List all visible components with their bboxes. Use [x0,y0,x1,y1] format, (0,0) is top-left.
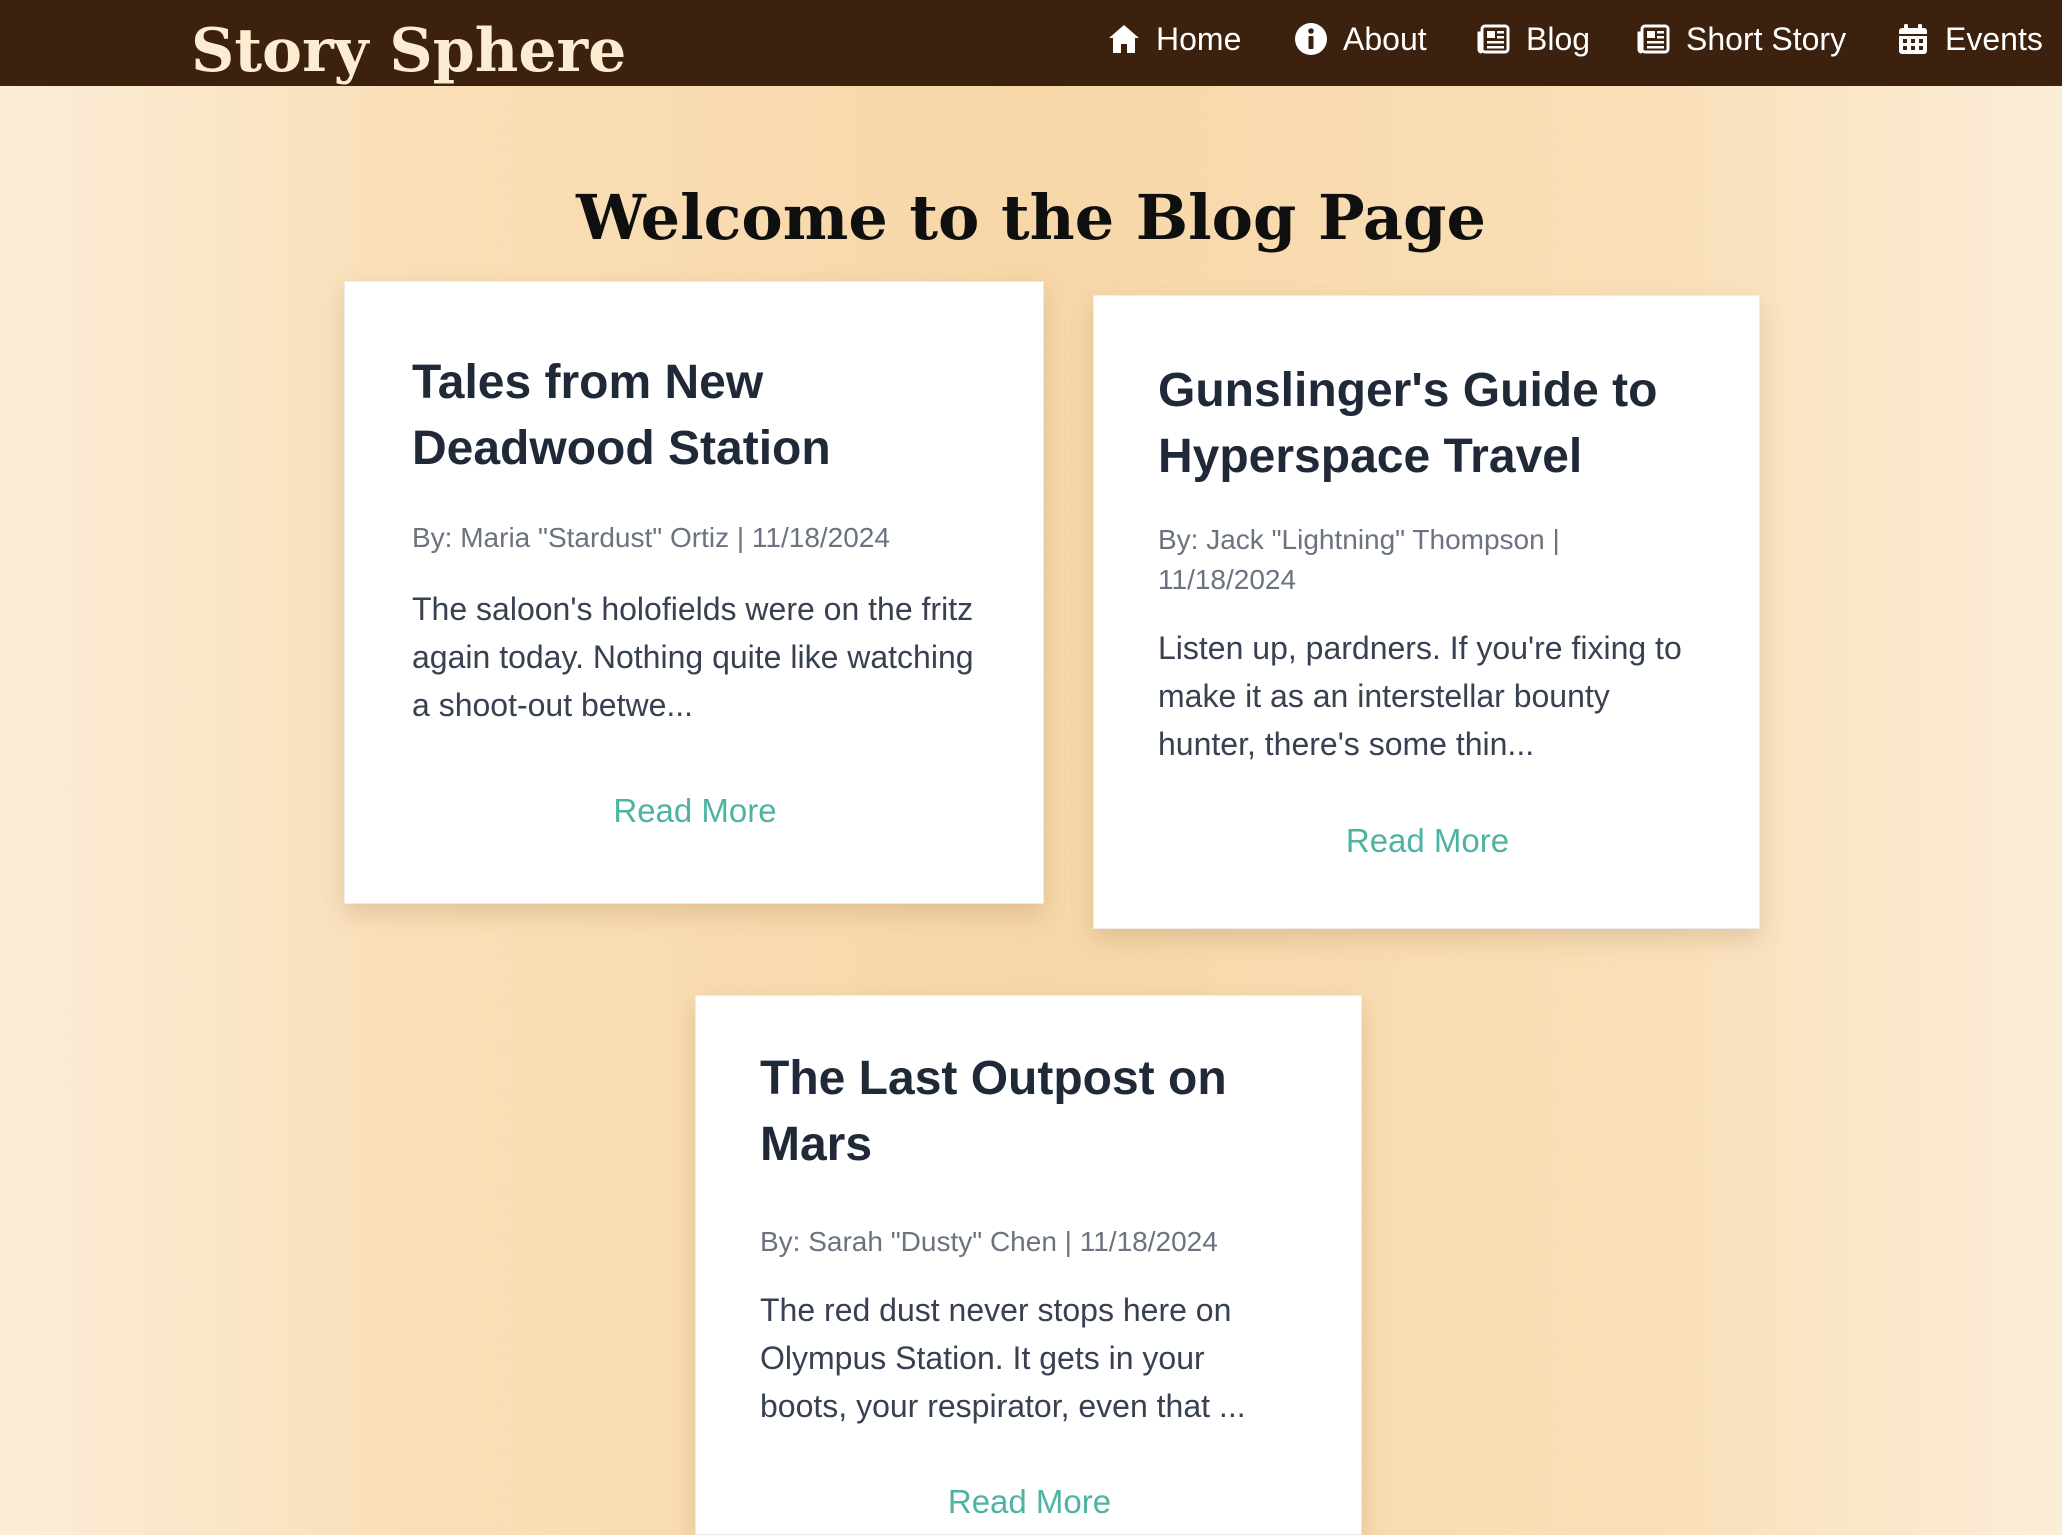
read-more-link[interactable]: Read More [345,791,1045,831]
calendar-icon [1895,21,1931,57]
blog-card: The Last Outpost on Mars By: Sarah "Dust… [695,995,1362,1535]
nav-blog[interactable]: Blog [1476,0,1590,78]
top-navbar: Story Sphere Home About Blog Short Story… [0,0,2062,86]
page-title: Welcome to the Blog Page [576,181,1486,254]
site-brand[interactable]: Story Sphere [191,8,626,94]
home-icon [1106,21,1142,57]
card-excerpt: The red dust never stops here on Olympus… [760,1292,1246,1424]
blog-card: Tales from New Deadwood Station By: Mari… [344,281,1044,904]
card-title: The Last Outpost on Mars [760,1052,1227,1171]
card-meta: By: Jack "Lightning" Thompson | 11/18/20… [1158,524,1560,595]
nav-blog-label: Blog [1526,20,1591,57]
card-title: Gunslinger's Guide to Hyperspace Travel [1158,364,1658,483]
read-more-link[interactable]: Read More [1094,821,1761,861]
card-title: Tales from New Deadwood Station [412,356,831,475]
newspaper-icon [1476,21,1512,57]
newspaper-icon [1636,21,1672,57]
info-icon [1293,21,1329,57]
nav-short-story[interactable]: Short Story [1636,0,1846,78]
read-more-link[interactable]: Read More [696,1482,1363,1522]
blog-card: Gunslinger's Guide to Hyperspace Travel … [1093,295,1760,929]
card-excerpt: Listen up, pardners. If you're fixing to… [1158,630,1682,762]
nav-short-story-label: Short Story [1686,20,1847,57]
card-excerpt: The saloon's holofields were on the frit… [412,591,974,723]
nav-home-label: Home [1156,20,1242,57]
card-meta: By: Sarah "Dusty" Chen | 11/18/2024 [760,1226,1218,1257]
nav-about[interactable]: About [1293,0,1427,78]
nav-about-label: About [1343,20,1427,57]
nav-home[interactable]: Home [1106,0,1241,78]
nav-events-label: Events [1945,20,2043,57]
nav-events[interactable]: Events [1895,0,2043,78]
card-meta: By: Maria "Stardust" Ortiz | 11/18/2024 [412,522,890,553]
